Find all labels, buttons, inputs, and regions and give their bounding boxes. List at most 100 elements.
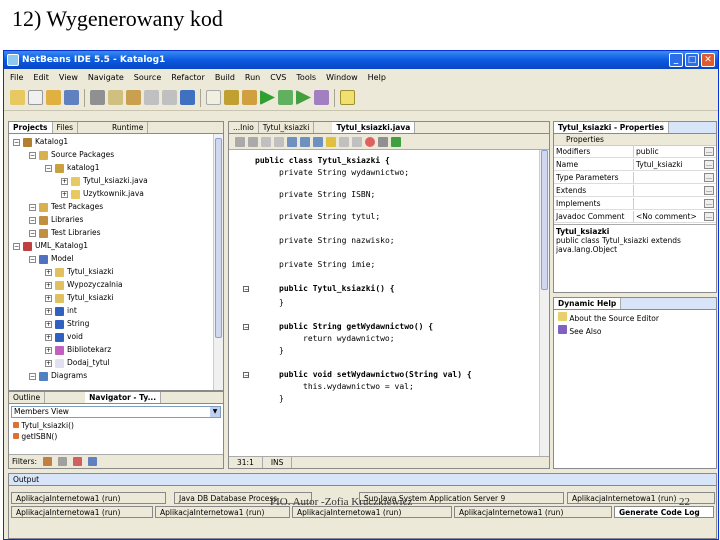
maximize-button[interactable]: □ — [685, 53, 699, 67]
undo-icon[interactable] — [144, 90, 159, 105]
copy-icon[interactable] — [108, 90, 123, 105]
properties-section[interactable]: Properties — [554, 134, 716, 146]
output-tab-active[interactable]: Generate Code Log — [614, 506, 714, 518]
open-project-icon[interactable] — [46, 90, 61, 105]
tree-item[interactable]: + String — [45, 318, 89, 330]
expand-toggle-icon[interactable]: − — [29, 216, 36, 224]
output-tab[interactable]: AplikacjaInternetowa1 (run) — [11, 492, 166, 504]
tree-item[interactable]: − UML_Katalog1 — [13, 240, 88, 252]
paste-icon[interactable] — [126, 90, 141, 105]
expand-toggle-icon[interactable]: + — [45, 307, 52, 315]
navigator-item[interactable]: getISBN() — [13, 431, 223, 442]
ellipsis-button[interactable]: … — [704, 199, 714, 208]
tree-item[interactable]: + Dodaj_tytul — [45, 357, 110, 369]
find-prev-icon[interactable] — [300, 136, 310, 147]
find-next-icon[interactable] — [313, 136, 323, 147]
property-row[interactable]: Modifiers public… — [554, 146, 716, 158]
expand-toggle-icon[interactable]: + — [45, 268, 52, 276]
tab-editor-2[interactable]: Tytul_ksiazki — [259, 122, 315, 133]
tree-item[interactable]: − Model — [29, 253, 74, 265]
menu-build[interactable]: Build — [215, 73, 235, 82]
expand-toggle-icon[interactable]: + — [45, 359, 52, 367]
tree-item[interactable]: − katalog1 — [45, 162, 100, 174]
tab-files[interactable]: Files — [53, 122, 78, 133]
clean-build-icon[interactable] — [242, 90, 257, 105]
filter-static-icon[interactable] — [58, 457, 68, 466]
menu-tools[interactable]: Tools — [296, 73, 316, 82]
menu-refactor[interactable]: Refactor — [171, 73, 205, 82]
tree-item[interactable]: + Uzytkownik.java — [61, 188, 144, 200]
menu-window[interactable]: Window — [326, 73, 358, 82]
tree-item[interactable]: + Bibliotekarz — [45, 344, 111, 356]
expand-toggle-icon[interactable]: + — [45, 320, 52, 328]
projects-scrollbar[interactable] — [213, 134, 223, 390]
chevron-down-icon[interactable]: ▼ — [210, 407, 220, 417]
tree-item[interactable]: − Test Libraries — [29, 227, 101, 239]
tree-item[interactable]: + Tytul_ksiazki.java — [61, 175, 148, 187]
close-button[interactable]: ✕ — [701, 53, 715, 67]
tree-item[interactable]: + void — [45, 331, 83, 343]
property-row[interactable]: Name Tytul_ksiazki… — [554, 159, 716, 171]
build-icon[interactable] — [224, 90, 239, 105]
filter-inherited-icon[interactable] — [88, 457, 98, 466]
tree-item[interactable]: + Tytul_ksiazki — [45, 292, 114, 304]
expand-toggle-icon[interactable]: + — [61, 177, 68, 185]
tree-item[interactable]: + int — [45, 305, 77, 317]
expand-toggle-icon[interactable]: + — [45, 333, 52, 341]
menu-source[interactable]: Source — [134, 73, 161, 82]
expand-toggle-icon[interactable]: − — [29, 229, 36, 237]
tree-item[interactable]: − Diagrams — [29, 370, 87, 382]
tab-projects[interactable]: Projects — [9, 122, 53, 133]
expand-toggle-icon[interactable]: − — [45, 164, 52, 172]
expand-toggle-icon[interactable]: − — [13, 242, 20, 250]
redo-icon[interactable] — [162, 90, 177, 105]
menu-view[interactable]: View — [59, 73, 78, 82]
record-macro-icon[interactable] — [365, 136, 375, 147]
help-icon[interactable] — [340, 90, 355, 105]
expand-toggle-icon[interactable]: + — [45, 346, 52, 354]
minimize-button[interactable]: _ — [669, 53, 683, 67]
stop-macro-icon[interactable] — [378, 136, 388, 147]
output-tab[interactable]: AplikacjaInternetowa1 (run) — [11, 506, 153, 518]
new-project-icon[interactable] — [10, 90, 25, 105]
back-icon[interactable] — [235, 136, 245, 147]
property-row[interactable]: Javadoc Comment <No comment>… — [554, 211, 716, 223]
shift-right-icon[interactable] — [352, 136, 362, 147]
help-item[interactable]: See Also — [558, 325, 712, 338]
menu-cvs[interactable]: CVS — [270, 73, 286, 82]
fold-toggle-icon[interactable]: − — [243, 372, 249, 379]
tree-item[interactable]: − Katalog1 — [13, 136, 68, 148]
set-main-project-icon[interactable] — [206, 90, 221, 105]
tree-item[interactable]: + Tytul_ksiazki — [45, 266, 114, 278]
expand-toggle-icon[interactable]: + — [45, 281, 52, 289]
forward-icon[interactable] — [248, 136, 258, 147]
tab-navigator[interactable]: Navigator - Ty... — [85, 392, 162, 403]
fold-toggle-icon[interactable]: − — [243, 324, 249, 331]
expand-toggle-icon[interactable]: − — [13, 138, 20, 146]
property-row[interactable]: Implements… — [554, 198, 716, 210]
ellipsis-button[interactable]: … — [704, 186, 714, 195]
expand-toggle-icon[interactable]: − — [29, 255, 36, 263]
editor-scrollbar[interactable] — [539, 150, 549, 456]
new-file-icon[interactable] — [28, 90, 43, 105]
run-icon[interactable] — [260, 90, 275, 105]
tree-item[interactable]: + Wypozyczalnia — [45, 279, 123, 291]
profile-icon[interactable] — [314, 90, 329, 105]
find-selection-icon[interactable] — [287, 136, 297, 147]
highlight-icon[interactable] — [326, 136, 336, 147]
tree-item[interactable]: − Source Packages — [29, 149, 114, 161]
cut-icon[interactable] — [90, 90, 105, 105]
tab-runtime[interactable]: Runtime — [108, 122, 149, 133]
next-bookmark-icon[interactable] — [274, 136, 284, 147]
tree-item[interactable]: − Libraries — [29, 214, 83, 226]
ellipsis-button[interactable]: … — [704, 147, 714, 156]
run-file-icon[interactable] — [296, 90, 311, 105]
save-all-icon[interactable] — [64, 90, 79, 105]
expand-toggle-icon[interactable]: + — [45, 294, 52, 302]
find-icon[interactable] — [180, 90, 195, 105]
tab-outline[interactable]: Outline — [9, 392, 46, 403]
ellipsis-button[interactable]: … — [704, 212, 714, 221]
menu-edit[interactable]: Edit — [33, 73, 49, 82]
output-tab[interactable]: AplikacjaInternetowa1 (run) — [454, 506, 612, 518]
property-row[interactable]: Extends… — [554, 185, 716, 197]
